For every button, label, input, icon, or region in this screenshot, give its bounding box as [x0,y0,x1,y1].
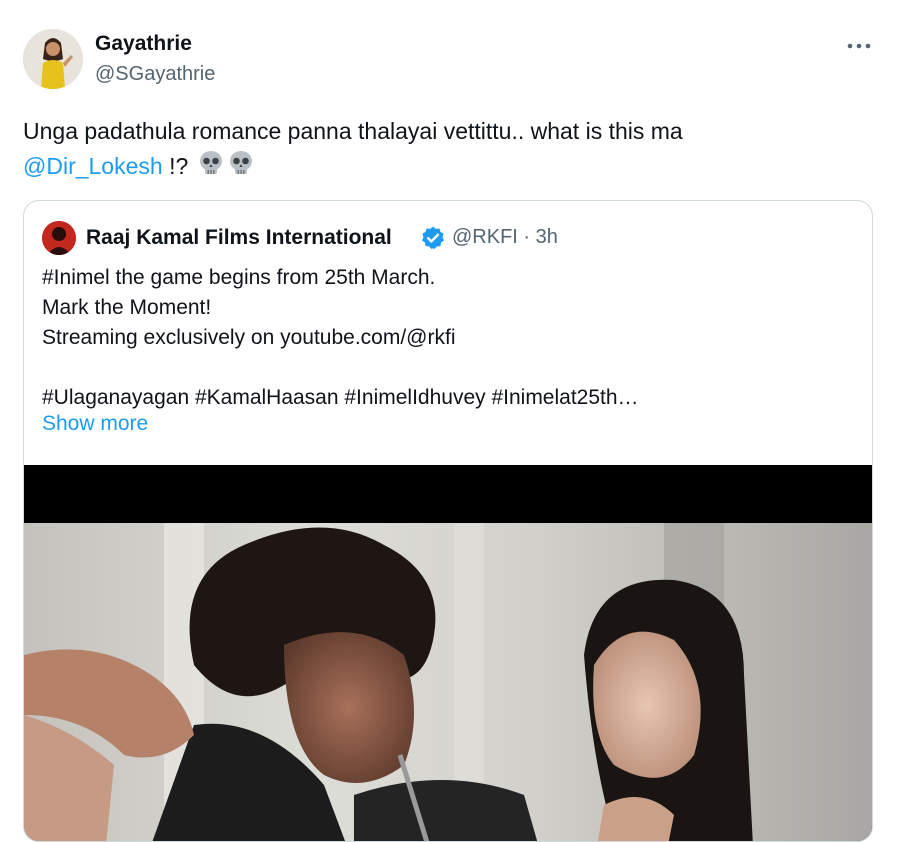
quote-body-text: #Inimel the game begins from 25th March.… [42,266,639,409]
author-handle[interactable]: @SGayathrie [95,63,215,86]
tweet-text-punctuation: !? [162,153,189,180]
skull-emoji-icon [227,149,255,187]
tweet-text: Unga padathula romance panna thalayai ve… [23,114,883,187]
tweet-text-body: Unga padathula romance panna thalayai ve… [23,118,683,144]
quote-author-avatar[interactable] [42,221,76,255]
skull-emoji-icon [197,149,225,187]
quote-author-meta: @RKFI · 3h [452,226,558,249]
quote-author-name[interactable]: Raaj Kamal Films International [86,226,392,250]
more-horizontal-icon[interactable] [844,30,874,58]
quote-timestamp[interactable]: 3h [536,226,558,248]
mention-link[interactable]: @Dir_Lokesh [23,153,163,179]
verified-badge-icon [420,225,446,256]
show-more-link[interactable]: Show more [42,412,148,436]
quote-author-handle[interactable]: @RKFI [452,226,518,248]
author-avatar[interactable] [23,29,83,89]
meta-separator: · [523,226,531,248]
author-name[interactable]: Gayathrie [95,32,192,56]
quoted-tweet[interactable]: Raaj Kamal Films International @RKFI · 3… [23,200,873,842]
video-still[interactable] [24,465,872,841]
